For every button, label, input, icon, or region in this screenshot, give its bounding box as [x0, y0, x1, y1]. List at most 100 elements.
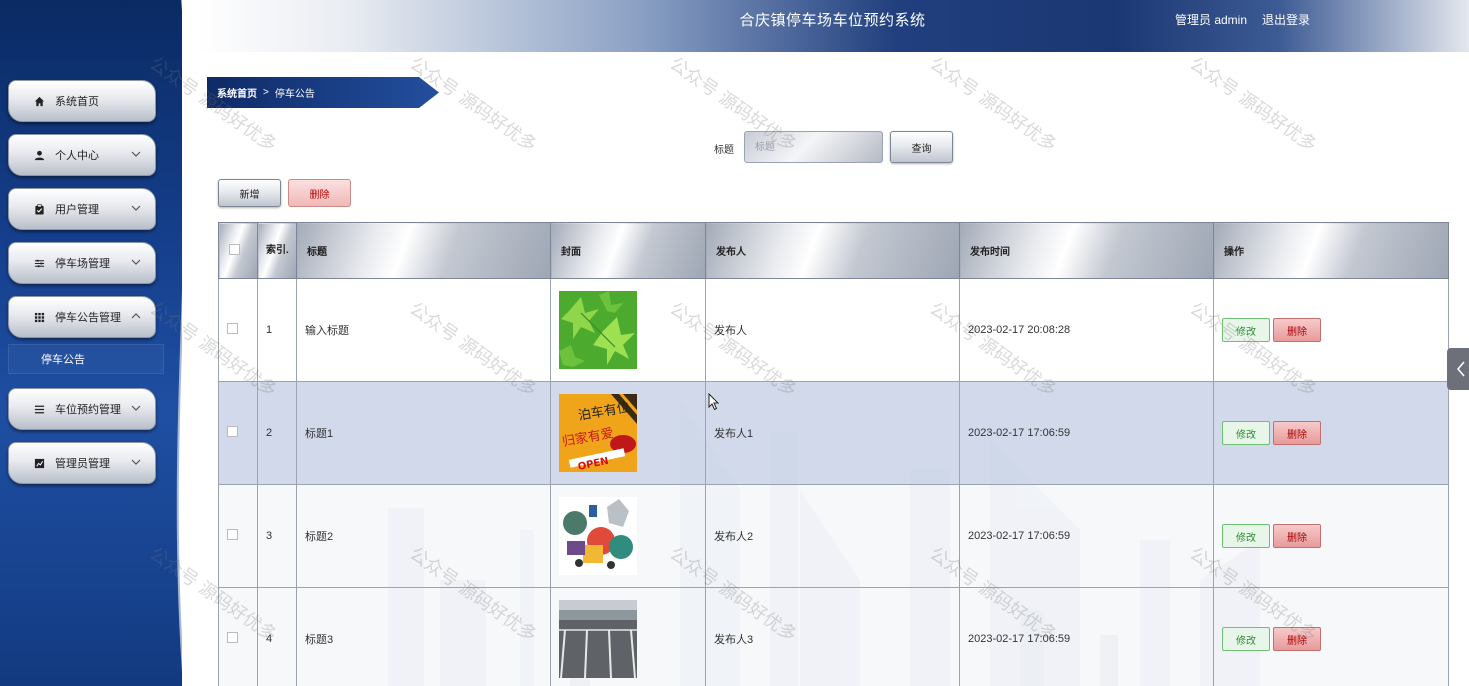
select-all-checkbox[interactable] [229, 243, 240, 255]
cover-header: 封面 [550, 222, 706, 279]
title-header: 标题 [296, 222, 551, 279]
chevron-up-icon [131, 313, 141, 319]
delete-button[interactable]: 删除 [1273, 318, 1321, 342]
time-header: 发布时间 [959, 222, 1214, 279]
row-cover [550, 484, 706, 588]
search-label: 标题 [714, 145, 734, 156]
row-title: 标题3 [296, 587, 551, 686]
row-title: 标题1 [296, 381, 551, 485]
top-header: 合庆镇停车场车位预约系统 管理员 admin 退出登录 [196, 0, 1469, 52]
ops-header: 操作 [1213, 222, 1449, 279]
cover-image-parking-lot [559, 600, 637, 678]
row-actions: 修改 删除 [1213, 278, 1449, 382]
sidebar-edge [176, 0, 182, 672]
row-index: 2 [257, 381, 297, 485]
row-publisher: 发布人 [705, 278, 960, 382]
row-actions: 修改 删除 [1213, 484, 1449, 588]
edit-button[interactable]: 修改 [1222, 421, 1270, 445]
sidebar: 系统首页 个人中心 用户管理 停车场管理 停车公告管理 停车公告 车位预约管理 … [0, 0, 182, 686]
table-row[interactable]: 3 标题2 发布人2 2023-02-17 17:06:59 修改 删除 [218, 484, 1449, 588]
sidebar-item-parking-lots[interactable]: 停车场管理 [8, 242, 156, 284]
table-header-row: 索引. 标题 封面 发布人 发布时间 操作 [218, 222, 1449, 279]
edit-button[interactable]: 修改 [1222, 318, 1270, 342]
row-checkbox[interactable] [227, 632, 238, 643]
search-input[interactable] [744, 131, 883, 163]
select-all-header[interactable] [218, 222, 258, 279]
sidebar-item-reservations[interactable]: 车位预约管理 [8, 388, 156, 430]
row-actions: 修改 删除 [1213, 381, 1449, 485]
edit-button[interactable]: 修改 [1222, 627, 1270, 651]
notice-table: 索引. 标题 封面 发布人 发布时间 操作 1 输入标题 发布人 2023-02… [218, 222, 1449, 686]
chevron-down-icon [131, 151, 141, 157]
row-index: 1 [257, 278, 297, 382]
sidebar-item-label: 系统首页 [55, 96, 99, 108]
row-time: 2023-02-17 17:06:59 [959, 381, 1214, 485]
row-cover [550, 587, 706, 686]
cover-image-leaves [559, 291, 637, 369]
row-checkbox[interactable] [227, 323, 238, 334]
sidebar-item-notices[interactable]: 停车公告管理 [8, 296, 156, 338]
row-index: 3 [257, 484, 297, 588]
row-checkbox[interactable] [227, 426, 238, 437]
clipboard-icon [33, 203, 45, 215]
row-actions: 修改 删除 [1213, 587, 1449, 686]
row-index: 4 [257, 587, 297, 686]
side-panel-toggle[interactable] [1447, 348, 1469, 390]
row-time: 2023-02-17 17:06:59 [959, 484, 1214, 588]
table-row[interactable]: 4 标题3 发布人3 2023-02-17 17:06:59 修改 删除 [218, 587, 1449, 686]
row-cover [550, 278, 706, 382]
breadcrumb-home[interactable]: 系统首页 [217, 85, 257, 100]
sidebar-item-home[interactable]: 系统首页 [8, 80, 156, 122]
sidebar-item-label: 车位预约管理 [55, 404, 121, 416]
table-row[interactable]: 2 标题1 泊车有位 归家有爱 OPEN 发布人1 2023-02-17 17:… [218, 381, 1449, 485]
sidebar-item-label: 用户管理 [55, 204, 99, 216]
breadcrumb-separator: > [263, 87, 269, 98]
sidebar-item-users[interactable]: 用户管理 [8, 188, 156, 230]
table-row[interactable]: 1 输入标题 发布人 2023-02-17 20:08:28 修改 删除 [218, 278, 1449, 382]
cover-image-cartoon-cars [559, 497, 637, 575]
sidebar-item-label: 个人中心 [55, 150, 99, 162]
sidebar-menu: 系统首页 个人中心 用户管理 停车场管理 停车公告管理 停车公告 车位预约管理 … [8, 80, 164, 496]
row-publisher: 发布人3 [705, 587, 960, 686]
search-button[interactable]: 查询 [890, 131, 953, 163]
mouse-cursor-icon [708, 393, 720, 411]
delete-button[interactable]: 删除 [1273, 627, 1321, 651]
row-title: 输入标题 [296, 278, 551, 382]
user-icon [33, 149, 45, 161]
sidebar-item-admins[interactable]: 管理员管理 [8, 442, 156, 484]
watermark: 公众号 源码好优多 [1185, 53, 1321, 157]
sidebar-item-label: 停车公告管理 [55, 312, 121, 324]
sidebar-item-label: 停车场管理 [55, 258, 110, 270]
grid-icon [33, 311, 45, 323]
sliders-icon [33, 257, 45, 269]
add-button[interactable]: 新增 [218, 179, 281, 207]
batch-delete-button[interactable]: 删除 [288, 179, 351, 207]
breadcrumb-current: 停车公告 [274, 89, 315, 100]
chevron-left-icon [1457, 361, 1465, 377]
breadcrumb: 系统首页 > 停车公告 [207, 77, 439, 108]
home-icon [33, 95, 45, 107]
row-time: 2023-02-17 20:08:28 [959, 278, 1214, 382]
index-header: 索引. [257, 222, 297, 279]
sidebar-item-label: 管理员管理 [55, 458, 110, 470]
chart-icon [33, 457, 45, 469]
delete-button[interactable]: 删除 [1273, 524, 1321, 548]
chevron-down-icon [131, 259, 141, 265]
sidebar-subitem-notices[interactable]: 停车公告 [8, 344, 164, 374]
current-user: 管理员 admin [1175, 13, 1248, 27]
sidebar-item-personal[interactable]: 个人中心 [8, 134, 156, 176]
row-cover: 泊车有位 归家有爱 OPEN [550, 381, 706, 485]
row-publisher: 发布人2 [705, 484, 960, 588]
chevron-down-icon [131, 405, 141, 411]
edit-button[interactable]: 修改 [1222, 524, 1270, 548]
delete-button[interactable]: 删除 [1273, 421, 1321, 445]
cover-image-parking-sign: 泊车有位 归家有爱 OPEN [559, 394, 637, 472]
row-checkbox[interactable] [227, 529, 238, 540]
chevron-down-icon [131, 205, 141, 211]
publisher-header: 发布人 [705, 222, 960, 279]
watermark: 公众号 源码好优多 [405, 53, 541, 157]
row-title: 标题2 [296, 484, 551, 588]
chevron-down-icon [131, 459, 141, 465]
sidebar-subitem-label: 停车公告 [41, 354, 85, 366]
logout-link[interactable]: 退出登录 [1262, 11, 1310, 28]
